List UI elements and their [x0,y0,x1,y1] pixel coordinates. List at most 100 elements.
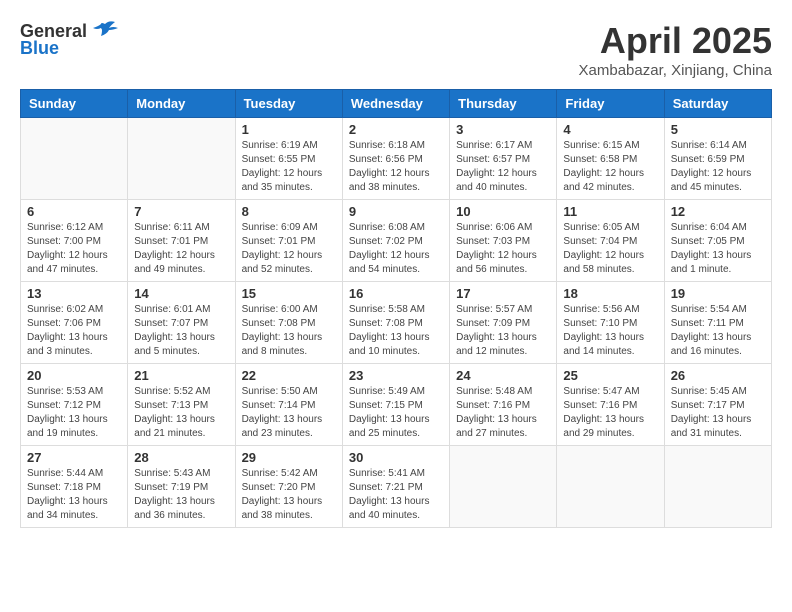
weekday-header-sunday: Sunday [21,90,128,118]
day-number: 8 [242,204,336,219]
calendar-cell: 9Sunrise: 6:08 AM Sunset: 7:02 PM Daylig… [342,200,449,282]
week-row-1: 1 Sunrise: 6:19 AM Sunset: 6:55 PM Daylig… [21,118,772,200]
calendar-cell: 13 Sunrise: 6:02 AM Sunset: 7:06 PM Dayli… [21,282,128,364]
calendar-cell [128,118,235,200]
day-info: Sunrise: 5:56 AM Sunset: 7:10 PM Dayligh… [563,303,657,359]
weekday-header-tuesday: Tuesday [235,90,342,118]
calendar-cell: 25 Sunrise: 5:47 AM Sunset: 7:16 PM Dayli… [557,364,664,446]
day-number: 11 [563,204,657,219]
day-number: 5 [671,122,765,137]
calendar-cell: 23 Sunrise: 5:49 AM Sunset: 7:15 PM Dayli… [342,364,449,446]
weekday-header-thursday: Thursday [450,90,557,118]
week-row-4: 20Sunrise: 5:53 AM Sunset: 7:12 PM Dayli… [21,364,772,446]
day-info: Sunrise: 6:09 AM Sunset: 7:01 PM Dayligh… [242,221,336,277]
day-info: Sunrise: 5:45 AM Sunset: 7:17 PM Dayligh… [671,385,765,441]
day-number: 22 [242,368,336,383]
calendar-cell: 16 Sunrise: 5:58 AM Sunset: 7:08 PM Dayli… [342,282,449,364]
day-number: 24 [456,368,550,383]
day-info: Sunrise: 6:00 AM Sunset: 7:08 PM Dayligh… [242,303,336,359]
calendar-cell: 29 Sunrise: 5:42 AM Sunset: 7:20 PM Dayli… [235,446,342,528]
day-info: Sunrise: 6:19 AM Sunset: 6:55 PM Dayligh… [242,139,336,195]
weekday-header-wednesday: Wednesday [342,90,449,118]
calendar-cell [664,446,771,528]
day-info: Sunrise: 5:48 AM Sunset: 7:16 PM Dayligh… [456,385,550,441]
location-title: Xambabazar, Xinjiang, China [579,62,772,79]
calendar-cell: 27 Sunrise: 5:44 AM Sunset: 7:18 PM Dayli… [21,446,128,528]
day-number: 2 [349,122,443,137]
calendar-cell: 28 Sunrise: 5:43 AM Sunset: 7:19 PM Dayli… [128,446,235,528]
day-number: 26 [671,368,765,383]
day-info: Sunrise: 6:04 AM Sunset: 7:05 PM Dayligh… [671,221,765,277]
calendar-cell: 2 Sunrise: 6:18 AM Sunset: 6:56 PM Daylig… [342,118,449,200]
weekday-header-monday: Monday [128,90,235,118]
day-info: Sunrise: 5:53 AM Sunset: 7:12 PM Dayligh… [27,385,121,441]
day-info: Sunrise: 5:50 AM Sunset: 7:14 PM Dayligh… [242,385,336,441]
week-row-5: 27 Sunrise: 5:44 AM Sunset: 7:18 PM Dayli… [21,446,772,528]
day-info: Sunrise: 6:17 AM Sunset: 6:57 PM Dayligh… [456,139,550,195]
day-number: 30 [349,450,443,465]
logo-bird-icon [91,20,119,42]
weekday-header-row: SundayMondayTuesdayWednesdayThursdayFrid… [21,90,772,118]
calendar-cell [557,446,664,528]
day-number: 29 [242,450,336,465]
calendar-cell: 7 Sunrise: 6:11 AM Sunset: 7:01 PM Daylig… [128,200,235,282]
day-info: Sunrise: 6:12 AM Sunset: 7:00 PM Dayligh… [27,221,121,277]
calendar-cell: 30 Sunrise: 5:41 AM Sunset: 7:21 PM Dayli… [342,446,449,528]
weekday-header-saturday: Saturday [664,90,771,118]
day-number: 3 [456,122,550,137]
week-row-2: 6Sunrise: 6:12 AM Sunset: 7:00 PM Daylig… [21,200,772,282]
calendar-cell: 5Sunrise: 6:14 AM Sunset: 6:59 PM Daylig… [664,118,771,200]
day-number: 27 [27,450,121,465]
calendar-cell: 24 Sunrise: 5:48 AM Sunset: 7:16 PM Dayli… [450,364,557,446]
calendar-cell: 8 Sunrise: 6:09 AM Sunset: 7:01 PM Daylig… [235,200,342,282]
day-info: Sunrise: 5:58 AM Sunset: 7:08 PM Dayligh… [349,303,443,359]
day-info: Sunrise: 5:49 AM Sunset: 7:15 PM Dayligh… [349,385,443,441]
day-number: 13 [27,286,121,301]
day-info: Sunrise: 6:18 AM Sunset: 6:56 PM Dayligh… [349,139,443,195]
day-number: 21 [134,368,228,383]
calendar-cell [450,446,557,528]
day-number: 16 [349,286,443,301]
day-info: Sunrise: 5:47 AM Sunset: 7:16 PM Dayligh… [563,385,657,441]
calendar-cell: 12Sunrise: 6:04 AM Sunset: 7:05 PM Dayli… [664,200,771,282]
title-area: April 2025 Xambabazar, Xinjiang, China [579,20,772,79]
day-number: 25 [563,368,657,383]
day-info: Sunrise: 6:06 AM Sunset: 7:03 PM Dayligh… [456,221,550,277]
calendar-cell: 15 Sunrise: 6:00 AM Sunset: 7:08 PM Dayli… [235,282,342,364]
day-number: 28 [134,450,228,465]
day-number: 23 [349,368,443,383]
day-info: Sunrise: 5:42 AM Sunset: 7:20 PM Dayligh… [242,467,336,523]
day-number: 17 [456,286,550,301]
day-info: Sunrise: 5:52 AM Sunset: 7:13 PM Dayligh… [134,385,228,441]
day-info: Sunrise: 6:02 AM Sunset: 7:06 PM Dayligh… [27,303,121,359]
day-info: Sunrise: 5:44 AM Sunset: 7:18 PM Dayligh… [27,467,121,523]
month-title: April 2025 [579,20,772,62]
day-info: Sunrise: 5:41 AM Sunset: 7:21 PM Dayligh… [349,467,443,523]
day-number: 14 [134,286,228,301]
day-number: 19 [671,286,765,301]
calendar-cell: 18Sunrise: 5:56 AM Sunset: 7:10 PM Dayli… [557,282,664,364]
day-number: 4 [563,122,657,137]
calendar-cell: 4Sunrise: 6:15 AM Sunset: 6:58 PM Daylig… [557,118,664,200]
calendar-cell: 10Sunrise: 6:06 AM Sunset: 7:03 PM Dayli… [450,200,557,282]
logo: General Blue [20,20,119,59]
day-info: Sunrise: 6:05 AM Sunset: 7:04 PM Dayligh… [563,221,657,277]
day-info: Sunrise: 6:11 AM Sunset: 7:01 PM Dayligh… [134,221,228,277]
day-number: 1 [242,122,336,137]
calendar-cell: 21 Sunrise: 5:52 AM Sunset: 7:13 PM Dayli… [128,364,235,446]
day-info: Sunrise: 5:43 AM Sunset: 7:19 PM Dayligh… [134,467,228,523]
day-number: 7 [134,204,228,219]
day-number: 9 [349,204,443,219]
calendar-cell: 20Sunrise: 5:53 AM Sunset: 7:12 PM Dayli… [21,364,128,446]
day-info: Sunrise: 5:57 AM Sunset: 7:09 PM Dayligh… [456,303,550,359]
day-info: Sunrise: 6:01 AM Sunset: 7:07 PM Dayligh… [134,303,228,359]
calendar-cell: 26 Sunrise: 5:45 AM Sunset: 7:17 PM Dayli… [664,364,771,446]
calendar-cell: 19Sunrise: 5:54 AM Sunset: 7:11 PM Dayli… [664,282,771,364]
day-number: 15 [242,286,336,301]
calendar-cell: 17 Sunrise: 5:57 AM Sunset: 7:09 PM Dayli… [450,282,557,364]
calendar-cell: 11 Sunrise: 6:05 AM Sunset: 7:04 PM Dayli… [557,200,664,282]
calendar-table: SundayMondayTuesdayWednesdayThursdayFrid… [20,89,772,528]
calendar-cell: 1 Sunrise: 6:19 AM Sunset: 6:55 PM Daylig… [235,118,342,200]
weekday-header-friday: Friday [557,90,664,118]
calendar-cell: 22 Sunrise: 5:50 AM Sunset: 7:14 PM Dayli… [235,364,342,446]
